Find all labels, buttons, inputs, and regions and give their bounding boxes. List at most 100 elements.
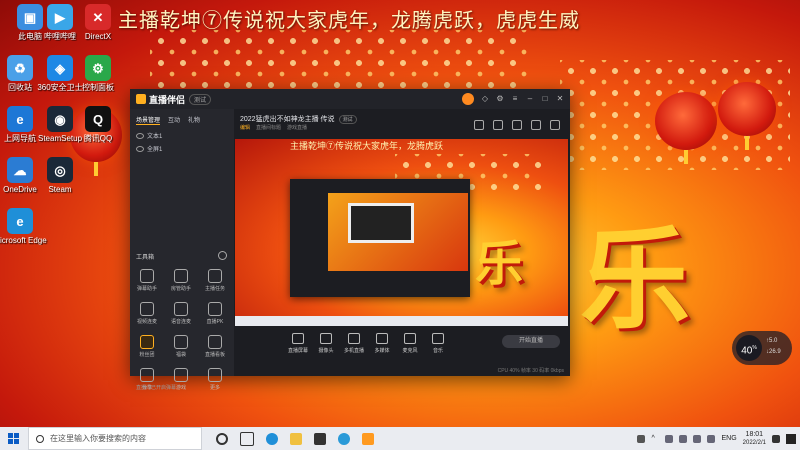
control-screen[interactable]: 直播屏幕: [284, 333, 312, 354]
preview-banner: 主播乾坤⑦传说祝大家虎年，龙腾虎跃: [290, 141, 444, 151]
more-icon[interactable]: [550, 120, 560, 130]
tool-item[interactable]: 福袋: [164, 335, 198, 358]
nested-app-window: [290, 179, 470, 297]
streaming-tray-icon[interactable]: [786, 433, 796, 444]
security-tray-icon[interactable]: [665, 434, 674, 443]
shirt-icon[interactable]: ◇: [481, 95, 489, 103]
control-multicam[interactable]: 多机直播: [340, 333, 368, 354]
close-icon[interactable]: ✕: [556, 95, 564, 103]
app-logo-icon: [136, 94, 146, 104]
desktop-icon-qq[interactable]: Q 腾讯QQ: [68, 106, 128, 143]
maximize-icon[interactable]: □: [541, 95, 549, 103]
left-panel: 场景管理 互动 礼物 文本1 全屏1 工具箱 弹幕助手 房管助手 主播任务 视频…: [130, 109, 234, 391]
blossom-decoration: [560, 60, 790, 170]
qq-icon: Q: [85, 106, 111, 132]
tool-item[interactable]: 视频连麦: [130, 302, 164, 325]
network-icon[interactable]: [679, 434, 688, 443]
tool-item[interactable]: 更多: [198, 368, 232, 391]
tool-icon: [174, 368, 188, 382]
layout-icon[interactable]: [474, 120, 484, 130]
share-icon[interactable]: [512, 120, 522, 130]
tab-scenes[interactable]: 场景管理: [136, 115, 161, 125]
lock-icon[interactable]: [493, 120, 503, 130]
control-media[interactable]: 多媒体: [368, 333, 396, 354]
search-icon: [36, 434, 44, 443]
lantern-decoration: [718, 82, 776, 150]
tool-icon: [208, 335, 222, 349]
tool-icon: [140, 269, 154, 283]
eye-icon[interactable]: [136, 132, 144, 139]
app-titlebar: 直播伴侣 测试 ◇ ⚙ ≡ – □ ✕: [130, 89, 570, 109]
status-bar: CPU 40% 帧率 30 码率 0kbps: [497, 368, 564, 374]
nested-logo: [348, 203, 414, 243]
desktop-icon-steam[interactable]: ◎ Steam: [30, 157, 90, 194]
cortana-icon[interactable]: [216, 432, 228, 445]
room-subinfo: 编辑 直播间标题 游戏直播: [240, 124, 308, 131]
tab-gifts[interactable]: 礼物: [188, 115, 200, 125]
edit-link[interactable]: 编辑: [240, 124, 250, 131]
desktop-icon-dx[interactable]: ✕ DirectX: [68, 4, 128, 41]
menu-icon[interactable]: ≡: [511, 95, 519, 103]
tool-item[interactable]: 直播PK: [198, 302, 232, 325]
go-live-button[interactable]: 开始直播: [502, 335, 560, 348]
scene-item[interactable]: 全屏1: [130, 142, 234, 155]
ime-icon[interactable]: [707, 434, 716, 443]
tool-item[interactable]: 粉丝团: [130, 335, 164, 358]
mail-icon[interactable]: [314, 432, 326, 445]
control-music[interactable]: 音乐: [424, 333, 452, 354]
control-camera[interactable]: 摄像头: [312, 333, 340, 354]
minimize-icon[interactable]: –: [526, 95, 534, 103]
tab-interact[interactable]: 互动: [168, 115, 180, 125]
tool-item[interactable]: 直播看板: [198, 335, 232, 358]
control-mic[interactable]: 麦克风: [396, 333, 424, 354]
screen-icon: [292, 333, 304, 344]
edge-icon: e: [7, 208, 33, 234]
tool-icon: [208, 368, 222, 382]
chevron-up-icon[interactable]: ^: [651, 435, 659, 443]
room-tools: [474, 120, 560, 130]
tool-icon: [174, 335, 188, 349]
start-button[interactable]: [0, 427, 26, 450]
desktop-icon-edge[interactable]: eMicrosoft Edge: [0, 208, 50, 245]
language-indicator[interactable]: ENG: [721, 435, 736, 442]
clock[interactable]: 18:01 2022/2/1: [743, 431, 766, 447]
taskbar: 在这里输入你要搜索的内容 ^ ENG 18:01 2022/2/1: [0, 427, 800, 450]
download-speed: ↓26.9: [766, 349, 781, 355]
toolbox-grid: 弹幕助手 房管助手 主播任务 视频连麦 语音连麦 直播PK 粉丝团 福袋 直播看…: [130, 269, 234, 391]
edge-icon[interactable]: [266, 432, 278, 445]
tool-icon: [140, 302, 154, 316]
preview-taskbar: [235, 316, 568, 326]
upload-speed: ↑5.0: [766, 338, 778, 344]
main-area: 2022猛虎出不如神龙主播 传说 测试 编辑 直播间标题 游戏直播 主播乾坤⑦传说…: [234, 109, 570, 376]
room-tag: 测试: [338, 115, 357, 124]
avatar[interactable]: [462, 93, 474, 105]
taskbar-apps: [216, 431, 374, 446]
tool-icon: [208, 302, 222, 316]
volume-icon[interactable]: [693, 434, 702, 443]
window-controls: ◇ ⚙ ≡ – □ ✕: [462, 93, 564, 105]
clock-icon[interactable]: [218, 251, 227, 260]
notification-icon[interactable]: [772, 434, 780, 443]
streaming-app-icon[interactable]: [362, 432, 374, 445]
gear-icon[interactable]: ⚙: [496, 95, 504, 103]
tool-item[interactable]: 语音连麦: [164, 302, 198, 325]
stream-preview[interactable]: 主播乾坤⑦传说祝大家虎年，龙腾虎跃 乐: [235, 139, 568, 326]
tool-item[interactable]: 弹幕助手: [130, 269, 164, 292]
tool-icon: [174, 302, 188, 316]
tool-item[interactable]: 主播任务: [198, 269, 232, 292]
windows-icon: [7, 433, 19, 444]
eye-icon[interactable]: [136, 145, 144, 152]
room-title[interactable]: 2022猛虎出不如神龙主播 传说 测试: [240, 114, 357, 124]
notice-text: 直播间已开启弹幕: [136, 385, 177, 391]
taskbar-search[interactable]: 在这里输入你要搜索的内容: [28, 427, 202, 450]
tool-item[interactable]: 房管助手: [164, 269, 198, 292]
bell-icon[interactable]: [531, 120, 541, 130]
app-tray-icon[interactable]: [637, 434, 646, 443]
streaming-app-window[interactable]: 直播伴侣 测试 ◇ ⚙ ≡ – □ ✕ 场景管理 互动 礼物 文本1 全屏1 工…: [130, 89, 570, 391]
scene-item[interactable]: 文本1: [130, 129, 234, 142]
file-explorer-icon[interactable]: [290, 432, 302, 445]
task-view-icon[interactable]: [240, 431, 254, 446]
performance-gauge[interactable]: 40% ↑5.0 ↓26.9: [732, 331, 792, 365]
edge-beta-icon[interactable]: [338, 432, 350, 445]
desktop-icon-control[interactable]: ⚙ 控制面板: [68, 55, 128, 92]
